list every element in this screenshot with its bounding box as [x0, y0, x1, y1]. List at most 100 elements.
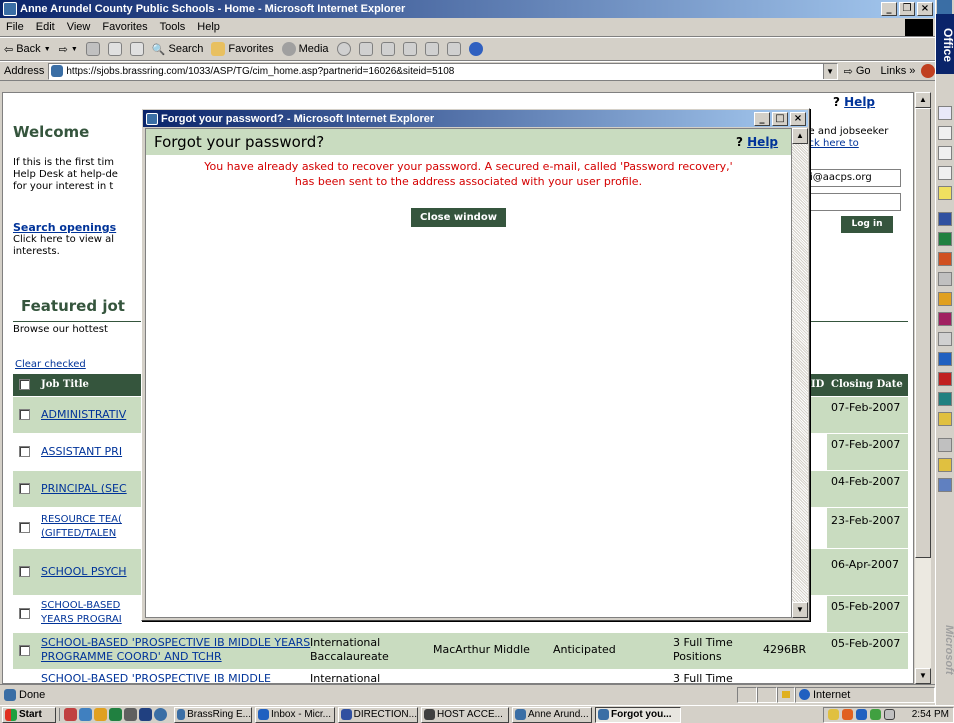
task-anne-arundel[interactable]: Anne Arund... — [512, 706, 592, 723]
search-openings-link[interactable]: Search openings — [13, 221, 116, 234]
forward-button[interactable]: ⇨ ▼ — [59, 43, 78, 56]
print-icon[interactable] — [380, 42, 395, 56]
outlook-icon[interactable] — [938, 106, 952, 120]
menu-view[interactable]: View — [67, 21, 91, 33]
search-button[interactable]: 🔍 Search — [152, 43, 204, 56]
popup-scroll-down[interactable]: ▼ — [792, 602, 808, 618]
photo-icon[interactable] — [938, 392, 952, 406]
contact-icon[interactable] — [938, 166, 952, 180]
addon-icon[interactable] — [921, 64, 935, 78]
page-help[interactable]: ? Help — [833, 95, 875, 109]
discuss-icon[interactable] — [424, 42, 439, 56]
excel-icon[interactable] — [938, 232, 952, 246]
access-icon[interactable] — [938, 292, 952, 306]
close-button[interactable]: × — [917, 2, 933, 16]
stop-icon[interactable] — [85, 42, 100, 56]
history-icon[interactable] — [336, 42, 351, 56]
job-title-link[interactable]: ADMINISTRATIV — [41, 408, 126, 421]
messenger-icon[interactable] — [446, 42, 461, 56]
menu-favorites[interactable]: Favorites — [102, 21, 147, 33]
settings-icon[interactable] — [938, 438, 952, 452]
scroll-thumb[interactable] — [915, 108, 931, 558]
mail-icon[interactable] — [883, 709, 895, 720]
row-checkbox[interactable] — [19, 566, 30, 577]
maximize-button[interactable]: ❐ — [899, 2, 915, 16]
job-title-link[interactable]: RESOURCE TEA( (GIFTED/TALEN — [41, 513, 146, 541]
quicklaunch-icon[interactable] — [124, 708, 137, 721]
job-title-link[interactable]: SCHOOL-BASED 'PROSPECTIVE IB MIDDLE — [41, 672, 271, 683]
close-window-button[interactable]: Close window — [411, 208, 506, 227]
favorites-button[interactable]: Favorites — [211, 42, 274, 56]
popup-titlebar[interactable]: Forgot your password? - Microsoft Intern… — [143, 110, 808, 127]
job-title-link[interactable]: SCHOOL-BASED 'PROSPECTIVE IB MIDDLE YEAR… — [41, 636, 311, 664]
note-icon[interactable] — [938, 186, 952, 200]
task-inbox[interactable]: Inbox - Micr... — [255, 706, 335, 723]
powerpoint-icon[interactable] — [938, 252, 952, 266]
start-button[interactable]: Start — [2, 706, 56, 723]
popup-close-button[interactable]: × — [790, 111, 806, 126]
publisher-icon[interactable] — [938, 312, 952, 326]
job-title-link[interactable]: ASSISTANT PRI — [41, 445, 122, 458]
network-icon[interactable] — [938, 478, 952, 492]
job-title-link[interactable]: PRINCIPAL (SEC — [41, 482, 127, 495]
edit-icon[interactable] — [402, 42, 417, 56]
people-icon[interactable] — [938, 458, 952, 472]
clock[interactable]: 2:54 PM — [912, 709, 949, 720]
row-checkbox[interactable] — [19, 446, 30, 457]
popup-minimize-button[interactable]: _ — [754, 111, 770, 126]
address-dropdown[interactable]: ▼ — [822, 63, 837, 79]
menu-file[interactable]: File — [6, 21, 24, 33]
research-icon[interactable] — [468, 42, 483, 56]
row-checkbox[interactable] — [19, 645, 30, 656]
links-button[interactable]: Links» — [881, 65, 916, 77]
speaker-icon[interactable] — [827, 709, 839, 720]
row-checkbox[interactable] — [19, 483, 30, 494]
binder-icon[interactable] — [938, 332, 952, 346]
tray-icon[interactable] — [841, 709, 853, 720]
clear-checked-link[interactable]: Clear checked — [15, 359, 86, 370]
password-field[interactable] — [807, 193, 901, 211]
explorer-icon[interactable] — [938, 272, 952, 286]
menu-edit[interactable]: Edit — [36, 21, 55, 33]
quicklaunch-icon[interactable] — [64, 708, 77, 721]
task-host-access[interactable]: HOST ACCE... — [421, 706, 509, 723]
row-checkbox[interactable] — [19, 409, 30, 420]
mail-icon[interactable] — [358, 42, 373, 56]
menu-tools[interactable]: Tools — [160, 21, 186, 33]
popup-maximize-button[interactable]: □ — [772, 111, 788, 126]
project-icon[interactable] — [938, 352, 952, 366]
task-forgot-password[interactable]: Forgot you... — [595, 706, 681, 723]
shortcut-icon[interactable] — [938, 372, 952, 386]
menu-help[interactable]: Help — [197, 21, 220, 33]
word-icon[interactable] — [938, 212, 952, 226]
office-menu-icon[interactable] — [937, 0, 952, 14]
address-input[interactable]: https://sjobs.brassring.com/1033/ASP/TG/… — [48, 62, 838, 80]
task-icon[interactable] — [938, 146, 952, 160]
job-title-link[interactable]: SCHOOL-BASED YEARS PROGRAI — [41, 599, 146, 627]
media-button[interactable]: Media — [281, 42, 329, 56]
email-field[interactable]: i@aacps.org — [807, 169, 901, 187]
popup-scroll-up[interactable]: ▲ — [792, 128, 808, 144]
job-title-link[interactable]: SCHOOL PSYCH — [41, 565, 127, 578]
tray-icon[interactable] — [855, 709, 867, 720]
task-brassring[interactable]: BrassRing E... — [174, 706, 252, 723]
refresh-icon[interactable] — [107, 42, 122, 56]
popup-scrollbar[interactable]: ▲ ▼ — [792, 128, 808, 618]
scroll-down-button[interactable]: ▼ — [915, 668, 931, 684]
back-button[interactable]: ⇦ Back ▼ — [4, 43, 51, 56]
select-all-checkbox[interactable] — [19, 379, 30, 390]
page-scrollbar[interactable]: ▲ ▼ — [914, 92, 931, 684]
minimize-button[interactable]: _ — [881, 2, 897, 16]
task-direction[interactable]: DIRECTION... — [338, 706, 418, 723]
quicklaunch-icon[interactable] — [94, 708, 107, 721]
key-icon[interactable] — [938, 412, 952, 426]
tray-icon[interactable] — [869, 709, 881, 720]
home-icon[interactable] — [129, 42, 144, 56]
popup-help[interactable]: ? Help — [736, 135, 778, 149]
ie-titlebar[interactable]: Anne Arundel County Public Schools - Hom… — [0, 0, 935, 18]
calendar-icon[interactable] — [938, 126, 952, 140]
row-checkbox[interactable] — [19, 608, 30, 619]
row-checkbox[interactable] — [19, 522, 30, 533]
quicklaunch-icon[interactable] — [139, 708, 152, 721]
scroll-up-button[interactable]: ▲ — [915, 92, 931, 108]
